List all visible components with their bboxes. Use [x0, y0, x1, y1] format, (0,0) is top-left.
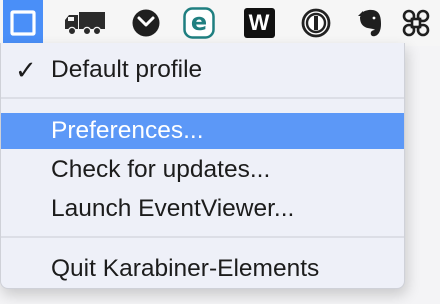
karabiner-menu-button[interactable] — [3, 0, 43, 46]
menu-bar: e W — [0, 0, 440, 46]
menu-item-launch-eventviewer[interactable]: Launch EventViewer... — [1, 191, 404, 227]
menu-item-label: Preferences... — [51, 117, 204, 144]
eset-letter: e — [190, 8, 208, 36]
eset-icon: e — [183, 7, 215, 39]
word-counter-menu-button[interactable]: W — [240, 0, 278, 46]
evernote-menu-button[interactable] — [352, 0, 388, 46]
word-counter-icon: W — [243, 8, 275, 38]
menu-separator — [1, 97, 404, 99]
truck-menu-button[interactable] — [60, 0, 110, 46]
onepassword-icon — [301, 8, 331, 38]
menu-separator — [1, 236, 404, 238]
command-menu-button[interactable] — [396, 0, 436, 46]
checkmark-icon: ✓ — [15, 55, 37, 85]
w-letter: W — [248, 10, 270, 35]
evernote-icon — [356, 8, 384, 38]
menu-item-label: Launch EventViewer... — [51, 195, 295, 222]
menu-item-check-for-updates[interactable]: Check for updates... — [1, 152, 404, 188]
menu-item-label: Check for updates... — [51, 156, 271, 183]
karabiner-dropdown-menu: ✓ Default profile Preferences... Check f… — [0, 43, 405, 289]
chevron-circle-icon — [131, 8, 161, 38]
eset-menu-button[interactable]: e — [179, 0, 219, 46]
command-key-icon — [401, 8, 431, 38]
karabiner-status-icon — [10, 10, 36, 36]
truck-icon — [63, 10, 107, 36]
onepassword-menu-button[interactable] — [297, 0, 335, 46]
menu-item-default-profile[interactable]: ✓ Default profile — [1, 52, 404, 88]
menu-item-quit[interactable]: Quit Karabiner-Elements — [1, 251, 404, 287]
menu-item-label: Default profile — [51, 56, 203, 83]
chevron-menu-button[interactable] — [127, 0, 165, 46]
menu-item-label: Quit Karabiner-Elements — [51, 255, 320, 282]
menu-item-preferences[interactable]: Preferences... — [1, 113, 404, 149]
